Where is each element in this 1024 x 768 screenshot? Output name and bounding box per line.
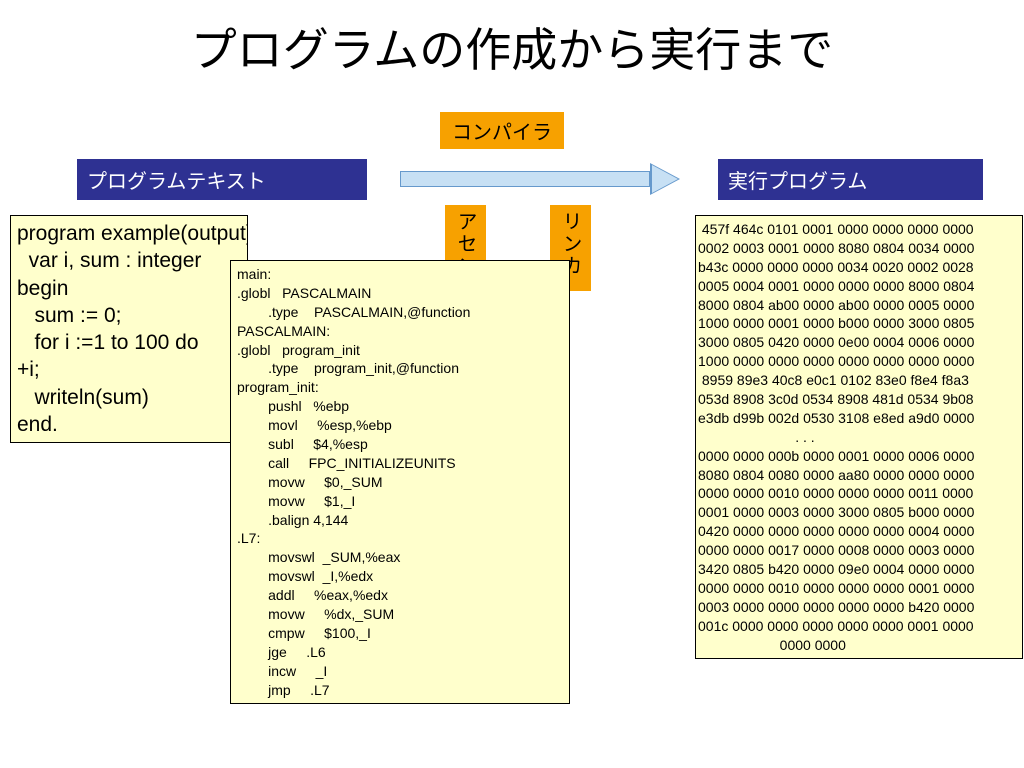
label-compiler: コンパイラ (440, 112, 564, 149)
label-executable: 実行プログラム (718, 159, 983, 200)
source-code-box: program example(output); var i, sum : in… (10, 215, 248, 443)
arrow-flow (400, 168, 680, 190)
hex-dump-box: 457f 464c 0101 0001 0000 0000 0000 0000 … (695, 215, 1023, 659)
label-program-text: プログラムテキスト (77, 159, 367, 200)
slide-title: プログラムの作成から実行まで (0, 0, 1024, 88)
assembly-code-box: main: .globl PASCALMAIN .type PASCALMAIN… (230, 260, 570, 704)
